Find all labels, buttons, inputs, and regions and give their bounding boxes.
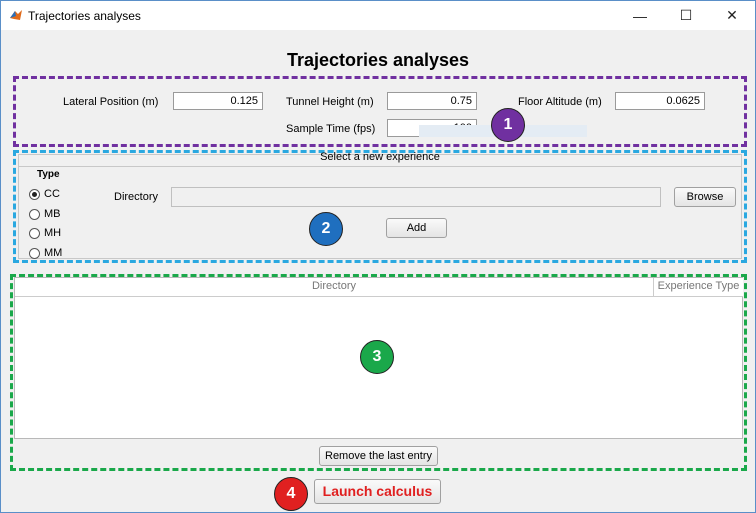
step-marker-2: 2: [309, 212, 343, 246]
title-bar[interactable]: Trajectories analyses — ☐ ✕: [1, 1, 755, 30]
panel-divider: [18, 166, 742, 167]
floor-altitude-field[interactable]: 0.0625: [615, 92, 705, 110]
remove-last-entry-button[interactable]: Remove the last entry: [319, 446, 438, 466]
step-marker-3: 3: [360, 340, 394, 374]
radio-cc-label: CC: [44, 188, 60, 200]
tunnel-height-field[interactable]: 0.75: [387, 92, 477, 110]
minimize-button[interactable]: —: [617, 1, 663, 30]
radio-mh[interactable]: MH: [29, 227, 61, 239]
matlab-app-icon: [10, 10, 22, 20]
sample-time-label: Sample Time (fps): [286, 123, 376, 135]
radio-icon: [29, 227, 40, 239]
step-marker-4: 4: [274, 477, 308, 511]
radio-mm-label: MM: [44, 247, 63, 259]
floor-altitude-label: Floor Altitude (m): [518, 96, 602, 108]
step-marker-1: 1: [491, 108, 525, 142]
column-header-directory[interactable]: Directory: [15, 278, 653, 297]
maximize-icon: ☐: [679, 7, 693, 23]
tunnel-height-label: Tunnel Height (m): [286, 96, 374, 108]
directory-field[interactable]: [171, 187, 661, 207]
radio-mh-label: MH: [44, 227, 62, 239]
browse-button[interactable]: Browse: [674, 187, 736, 207]
panel-title: Select a new experience: [320, 151, 440, 163]
radio-mb-label: MB: [44, 208, 61, 220]
window-title: Trajectories analyses: [28, 9, 141, 23]
radio-icon: [29, 208, 40, 220]
add-button[interactable]: Add: [386, 218, 447, 238]
minimize-icon: —: [633, 7, 647, 24]
parameters-section-outline: [13, 76, 747, 147]
column-header-experience-type[interactable]: Experience Type: [653, 278, 743, 297]
radio-cc[interactable]: CC: [29, 188, 60, 200]
app-window: Trajectories analyses — ☐ ✕ Trajectories…: [0, 0, 756, 513]
type-label: Type: [37, 169, 60, 180]
radio-mb[interactable]: MB: [29, 208, 61, 220]
maximize-button[interactable]: ☐: [663, 1, 709, 30]
directory-label: Directory: [114, 191, 159, 203]
lateral-position-label: Lateral Position (m): [63, 96, 159, 108]
radio-mm[interactable]: MM: [29, 247, 62, 259]
close-icon: ✕: [726, 7, 738, 23]
figure-content: Trajectories analyses Lateral Position (…: [1, 30, 755, 512]
close-button[interactable]: ✕: [709, 1, 755, 30]
page-title: Trajectories analyses: [286, 50, 470, 70]
lateral-position-field[interactable]: 0.125: [173, 92, 263, 110]
launch-calculus-button[interactable]: Launch calculus: [314, 479, 441, 504]
radio-selected-icon: [29, 188, 40, 200]
radio-icon: [29, 247, 40, 259]
